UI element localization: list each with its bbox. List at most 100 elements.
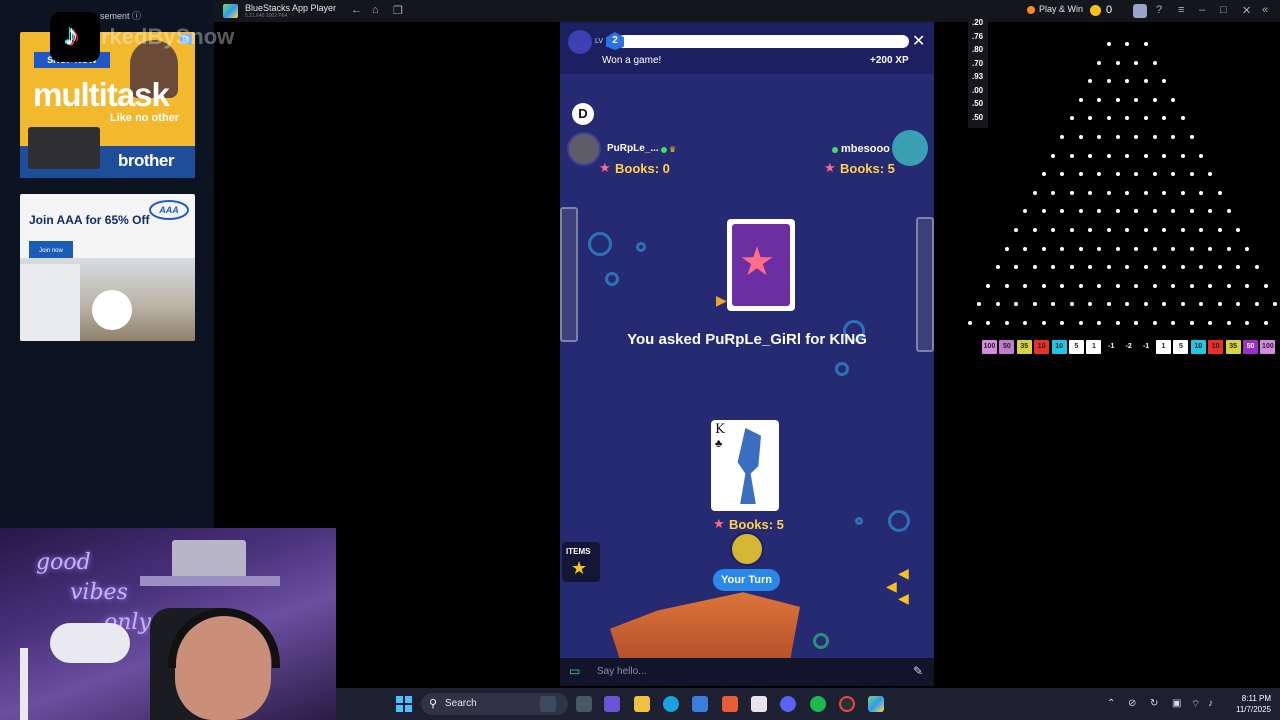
- plinko-peg: [977, 302, 981, 307]
- plinko-peg: [1236, 302, 1240, 307]
- plinko-peg: [1097, 135, 1102, 139]
- taskbar-clock[interactable]: 8:11 PM 11/7/2025: [1227, 693, 1271, 715]
- brother-ad[interactable]: SHOP NOW multitask Like no other brother…: [20, 32, 195, 178]
- plinko-peg: [1180, 116, 1185, 121]
- help-icon[interactable]: ?: [1156, 4, 1162, 16]
- plinko-peg: [1273, 302, 1277, 307]
- plinko-peg: [1078, 135, 1083, 139]
- plinko-peg: [1060, 172, 1065, 177]
- plinko-peg: [1245, 321, 1250, 325]
- store-icon[interactable]: [692, 696, 708, 712]
- plinko-peg: [1134, 97, 1139, 102]
- plinko-peg: [1152, 283, 1157, 288]
- maximize-icon[interactable]: □: [1220, 4, 1227, 16]
- file-explorer-icon[interactable]: [634, 696, 650, 712]
- items-button[interactable]: ITEMS ★: [562, 542, 600, 582]
- tray-chevron-icon[interactable]: ⌃: [1107, 698, 1115, 709]
- search-icon: ⚲: [429, 698, 438, 710]
- king-card[interactable]: K ♣: [711, 420, 779, 511]
- bluestacks-taskbar-icon[interactable]: [868, 696, 884, 712]
- home-icon[interactable]: ⌂: [372, 4, 379, 16]
- aaa-logo: AAA: [149, 200, 189, 220]
- online-indicator: [832, 147, 838, 153]
- plinko-peg: [1106, 265, 1111, 270]
- plinko-peg: [1106, 190, 1111, 195]
- plinko-peg: [1032, 265, 1037, 270]
- plinko-peg: [1023, 246, 1028, 251]
- plinko-peg: [1023, 209, 1028, 214]
- player1-avatar[interactable]: [567, 132, 601, 166]
- recent-apps-icon[interactable]: ❐: [393, 4, 403, 17]
- obs-icon[interactable]: [839, 696, 855, 712]
- sidebar-toggle-icon[interactable]: «: [1262, 4, 1268, 16]
- my-avatar[interactable]: [730, 532, 764, 566]
- plinko-peg: [1189, 209, 1194, 214]
- plinko-slot: 10: [1051, 340, 1067, 354]
- play-win-button[interactable]: Play & Win: [1039, 4, 1083, 14]
- office-icon[interactable]: [722, 696, 738, 712]
- back-icon[interactable]: ←: [351, 4, 362, 16]
- plinko-peg: [1115, 246, 1120, 251]
- plinko-peg: [1078, 321, 1083, 325]
- plinko-peg: [1217, 190, 1222, 195]
- aaa-ad[interactable]: Join AAA for 65% Off AAA Join now: [20, 194, 195, 341]
- plinko-peg: [1208, 209, 1213, 214]
- bluestacks-logo-icon: [223, 4, 238, 18]
- dealer-marker: D: [572, 103, 594, 125]
- plinko-peg: [1051, 265, 1055, 270]
- draw-deck-card[interactable]: ★: [727, 219, 795, 311]
- club-suit-icon: ♣: [715, 438, 723, 450]
- plinko-peg: [1014, 302, 1018, 307]
- plinko-peg: [1041, 246, 1046, 251]
- plinko-peg: [1069, 116, 1074, 121]
- my-books: Books: 5: [729, 517, 784, 532]
- air-conditioner: [172, 540, 246, 578]
- task-view-icon[interactable]: [576, 696, 592, 712]
- plinko-peg: [1069, 302, 1074, 307]
- tray-app-icon[interactable]: ⊘: [1128, 698, 1136, 709]
- printer-image: [28, 127, 100, 169]
- plinko-slots: 100 50 35 10 10 5 1 -1 -2 -1 1 5 10 10 35 50 100: [982, 340, 1278, 356]
- plinko-peg: [1189, 172, 1194, 177]
- app-icon[interactable]: [751, 696, 767, 712]
- plinko-peg: [1125, 190, 1129, 195]
- send-icon[interactable]: ✎: [913, 664, 923, 678]
- widgets-icon[interactable]: [540, 696, 556, 712]
- bubble-decoration: [835, 362, 849, 376]
- menu-icon[interactable]: ≡: [1178, 4, 1184, 16]
- minimize-icon[interactable]: –: [1199, 4, 1205, 16]
- plinko-peg: [1069, 265, 1074, 270]
- starfish-icon: ★: [739, 240, 775, 284]
- plinko-peg: [1143, 190, 1148, 195]
- close-window-icon[interactable]: ✕: [1242, 4, 1251, 17]
- tray-sync-icon[interactable]: ↻: [1150, 698, 1158, 709]
- chat-input[interactable]: Say hello...: [597, 666, 646, 677]
- wifi-icon[interactable]: ⌔: [1191, 698, 1200, 711]
- profile-avatar[interactable]: [1133, 4, 1147, 18]
- plinko-peg: [1134, 246, 1139, 251]
- plinko-peg: [1226, 283, 1231, 288]
- coin-count: 0: [1106, 4, 1113, 16]
- player2-avatar[interactable]: [892, 130, 928, 166]
- plinko-peg: [1180, 265, 1185, 270]
- plinko-peg: [1023, 283, 1028, 288]
- plinko-peg: [1134, 283, 1139, 288]
- close-icon[interactable]: ✕: [912, 31, 925, 51]
- tray-app-icon[interactable]: ▣: [1172, 698, 1181, 709]
- odds-value: .00: [972, 85, 984, 95]
- edge-icon[interactable]: [663, 696, 679, 712]
- plinko-peg: [1097, 246, 1102, 251]
- plinko-peg: [1088, 228, 1092, 232]
- copilot-icon[interactable]: [604, 696, 620, 712]
- windows-start-icon[interactable]: [396, 696, 412, 712]
- spotify-icon[interactable]: [810, 696, 826, 712]
- discord-icon[interactable]: [780, 696, 796, 712]
- odds-value: .76: [972, 31, 984, 41]
- plinko-slot: -2: [1121, 340, 1137, 354]
- plinko-peg: [1106, 42, 1111, 46]
- plinko-peg: [1097, 321, 1102, 325]
- plinko-peg: [1088, 265, 1092, 270]
- odds-value: .70: [972, 58, 984, 68]
- volume-icon[interactable]: ♪: [1208, 698, 1213, 709]
- game-message: You asked PuRpLe_GiRl for KING: [627, 331, 867, 348]
